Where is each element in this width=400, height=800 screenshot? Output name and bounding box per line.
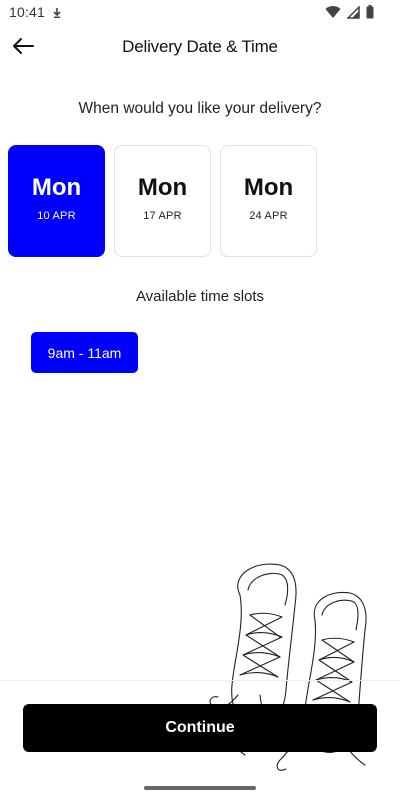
date-card[interactable]: Mon 24 APR <box>220 145 317 257</box>
wifi-icon <box>325 5 341 24</box>
time-slot-button[interactable]: 9am - 11am <box>31 332 138 373</box>
status-icons <box>325 4 374 24</box>
status-time: 10:41 <box>9 4 46 20</box>
date-day: Mon <box>243 174 294 201</box>
status-bar: 10:41 <box>0 0 400 26</box>
footer-divider <box>0 680 400 681</box>
date-day: Mon <box>31 174 82 201</box>
continue-button[interactable]: Continue <box>23 704 377 752</box>
cell-signal-icon <box>346 4 360 24</box>
date-day: Mon <box>137 174 188 201</box>
date-card-selected[interactable]: Mon 10 APR <box>8 145 105 257</box>
home-indicator[interactable] <box>144 786 256 790</box>
date-selector: Mon 10 APR Mon 17 APR Mon 24 APR <box>8 145 317 257</box>
date-date: 24 APR <box>249 210 288 222</box>
date-date: 10 APR <box>37 210 76 222</box>
battery-icon <box>366 5 374 24</box>
location-icon <box>52 6 62 18</box>
delivery-question: When would you like your delivery? <box>78 100 322 117</box>
app-bar: Delivery Date & Time <box>0 28 400 68</box>
date-date: 17 APR <box>143 210 182 222</box>
page-title: Delivery Date & Time <box>122 37 278 56</box>
time-slots-heading: Available time slots <box>135 288 265 305</box>
date-card[interactable]: Mon 17 APR <box>114 145 211 257</box>
